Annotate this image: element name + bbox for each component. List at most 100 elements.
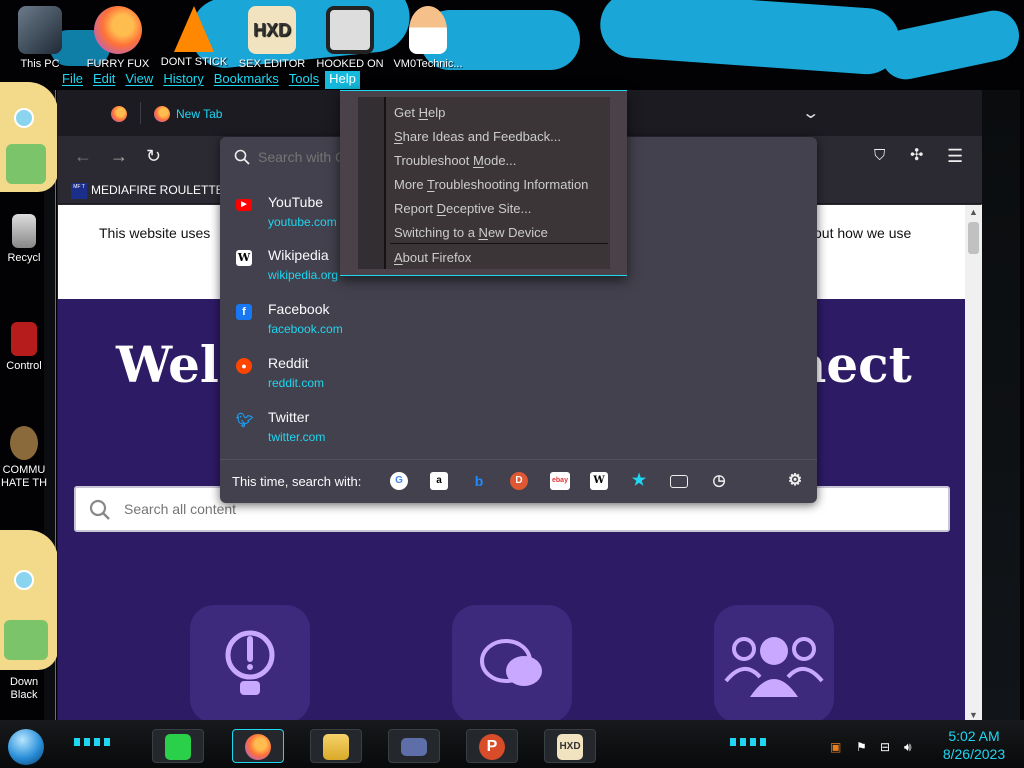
- taskbar-app-p[interactable]: P: [466, 729, 518, 763]
- desktop-icon-download[interactable]: Down Black: [0, 676, 48, 702]
- menuitem-troubleshoot-mode[interactable]: Troubleshoot Mode...: [394, 153, 516, 168]
- facebook-icon: f: [236, 304, 252, 320]
- back-arrow-icon[interactable]: ←: [74, 146, 92, 166]
- reddit-icon: ●: [236, 358, 252, 374]
- app-menu-hamburger-icon[interactable]: ☰: [947, 146, 963, 166]
- suggestion-twitter[interactable]: 🐦︎ Twitter twitter.com: [220, 404, 817, 456]
- desktop-icon-dont-stick[interactable]: DONT STICK: [156, 6, 232, 68]
- clock-time: 5:02 AM: [948, 728, 1000, 744]
- bing-icon[interactable]: b: [470, 472, 488, 490]
- taskbar-decoration: [730, 738, 770, 746]
- amazon-icon[interactable]: a: [430, 472, 448, 490]
- menu-file[interactable]: File: [58, 71, 87, 89]
- menuitem-share-ideas[interactable]: Share Ideas and Feedback...: [394, 129, 561, 144]
- menu-bookmarks[interactable]: Bookmarks: [210, 71, 283, 89]
- taskbar-clock[interactable]: 5:02 AM 8/26/2023: [930, 727, 1018, 763]
- menu-view[interactable]: View: [121, 71, 157, 89]
- computer-icon: [18, 6, 62, 54]
- search-icon: [234, 149, 250, 165]
- menuitem-more-troubleshooting[interactable]: More Troubleshooting Information: [394, 177, 588, 192]
- menu-history[interactable]: History: [159, 71, 207, 89]
- history-icon[interactable]: ◷: [710, 472, 728, 490]
- card-community[interactable]: [714, 605, 834, 722]
- desktop-icon-furry-fux[interactable]: FURRY FUX: [80, 6, 156, 70]
- suggestion-facebook[interactable]: f Facebook facebook.com: [220, 296, 817, 348]
- menuitem-about-firefox[interactable]: About Firefox: [394, 250, 471, 265]
- taskbar-app-explorer[interactable]: [310, 729, 362, 763]
- twitter-icon: 🐦︎: [236, 412, 254, 428]
- hxd-editor-icon: HXD: [557, 734, 583, 760]
- menuitem-report-deceptive-site[interactable]: Report Deceptive Site...: [394, 201, 531, 216]
- card-ideas[interactable]: [190, 605, 310, 722]
- menu-help[interactable]: Help: [325, 71, 360, 89]
- money-bag-icon: [10, 426, 38, 460]
- taskbar-app-notes[interactable]: [152, 729, 204, 763]
- card-discussions[interactable]: [452, 605, 572, 722]
- scroll-down-arrow-icon[interactable]: ▼: [969, 710, 978, 720]
- tabs-icon[interactable]: [670, 475, 688, 488]
- browser-menubar: File Edit View History Bookmarks Tools H…: [58, 71, 362, 89]
- scroll-up-arrow-icon[interactable]: ▲: [969, 207, 978, 217]
- action-center-flag-icon[interactable]: ⚑: [856, 740, 867, 754]
- lightbulb-icon: [225, 630, 275, 695]
- new-tab-favicon: [154, 106, 170, 122]
- volume-icon[interactable]: 🔊︎: [904, 740, 912, 755]
- recycle-bin-icon: [12, 214, 36, 248]
- vlc-cone-icon: [174, 6, 214, 52]
- tray-app-icon[interactable]: ▣: [830, 740, 841, 754]
- desktop-icon-this-pc[interactable]: This PC: [2, 6, 78, 70]
- maze-app-icon: [326, 6, 374, 54]
- one-off-search-bar: This time, search with: G a b D ebay W ★…: [220, 459, 817, 503]
- folder-icon: [323, 734, 349, 760]
- firefox-icon: [245, 734, 271, 760]
- youtube-icon: ▶: [236, 199, 252, 211]
- tab-divider: [140, 102, 141, 124]
- menu-tools[interactable]: Tools: [285, 71, 323, 89]
- duckduckgo-icon[interactable]: D: [510, 472, 528, 490]
- pocket-icon[interactable]: ⛉: [874, 146, 885, 166]
- people-group-icon: [724, 637, 824, 697]
- desktop-icon-recycle-bin[interactable]: Recycl: [0, 214, 48, 264]
- extensions-puzzle-icon[interactable]: ✣: [910, 146, 923, 166]
- firefox-icon: [94, 6, 142, 54]
- search-settings-gear-icon[interactable]: ⚙: [786, 472, 804, 490]
- bookmark-mediafire-rouletter[interactable]: MEDIAFIRE ROULETTER: [91, 183, 232, 197]
- list-all-tabs-chevron-icon[interactable]: ⌄: [801, 103, 820, 123]
- doctor-icon: [409, 6, 447, 54]
- id-card-icon: [401, 738, 427, 756]
- firefox-view-icon[interactable]: [111, 106, 127, 122]
- desktop-icon-community[interactable]: COMMU HATE TH: [0, 426, 48, 490]
- forward-arrow-icon[interactable]: →: [110, 146, 128, 166]
- scrollbar-thumb[interactable]: [968, 222, 979, 254]
- start-orb-icon[interactable]: [8, 729, 44, 765]
- p-app-icon: P: [479, 734, 505, 760]
- help-menu-popup: Get Help Share Ideas and Feedback... Tro…: [340, 90, 627, 276]
- taskbar-app-firefox[interactable]: [232, 729, 284, 763]
- menuitem-get-help[interactable]: Get Help: [394, 105, 445, 120]
- menu-edit[interactable]: Edit: [89, 71, 119, 89]
- desktop-icon-hooked-on[interactable]: HOOKED ON: [312, 6, 388, 70]
- bookmarks-star-icon[interactable]: ★: [630, 472, 648, 490]
- tab-new-tab[interactable]: New Tab: [176, 107, 222, 121]
- desktop-icon-control-panel[interactable]: Control: [0, 322, 48, 372]
- menuitem-switching-device[interactable]: Switching to a New Device: [394, 225, 548, 240]
- control-panel-icon: [11, 322, 37, 356]
- ebay-icon[interactable]: ebay: [550, 472, 570, 490]
- page-scrollbar[interactable]: ▲ ▼: [965, 205, 982, 722]
- search-icon: [89, 499, 110, 520]
- desktop-icon-vm0technic[interactable]: VM0Technic...: [390, 6, 466, 70]
- wikipedia-icon: W: [236, 250, 252, 266]
- google-icon[interactable]: G: [390, 472, 408, 490]
- cookie-notice-text-right: out how we use: [814, 225, 912, 241]
- wikipedia-icon[interactable]: W: [590, 472, 608, 490]
- taskbar-app-hxd[interactable]: HXD: [544, 729, 596, 763]
- menu-separator: [390, 243, 608, 244]
- network-icon[interactable]: ⊟: [880, 740, 890, 754]
- reload-icon[interactable]: ↻: [146, 146, 161, 166]
- menu-icon-gutter: [358, 97, 386, 269]
- taskbar-app-card[interactable]: [388, 729, 440, 763]
- taskbar-decoration: [74, 738, 114, 746]
- desktop-icon-sex-editor[interactable]: HXD SEX EDITOR: [234, 6, 310, 70]
- suggestion-reddit[interactable]: ● Reddit reddit.com: [220, 350, 817, 402]
- clock-date: 8/26/2023: [942, 746, 1006, 762]
